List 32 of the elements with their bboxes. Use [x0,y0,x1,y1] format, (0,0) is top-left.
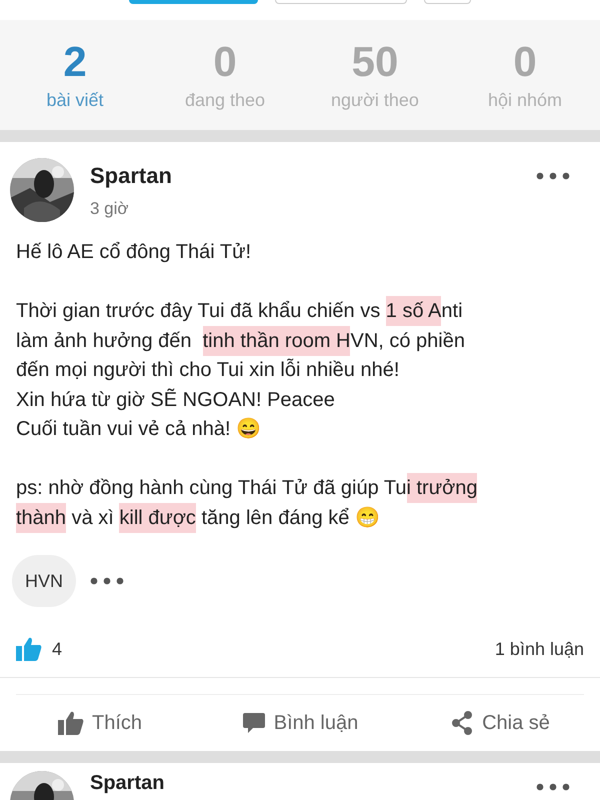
like-count: 4 [52,638,62,660]
post-text: Hế lô AE cổ đông Thái Tử! [16,240,252,265]
post-share-button[interactable]: Chia sẻ [400,708,600,738]
post-comment-button[interactable]: Bình luận [200,708,400,738]
comment-count[interactable]: 1 bình luận [494,636,584,662]
post-text: Xin hứa từ giờ SẼ NGOAN! Peacee [16,388,336,412]
post-text: ps: nhờ đồng hành cùng Thái Tử đã giúp Tui trưởng [16,474,584,504]
post-like-button[interactable]: Thích [0,708,200,738]
post-text: thành và xì kill được tăng lên đáng kể 😁 [16,504,584,533]
stat-label[interactable]: đang theo [184,88,266,112]
stat-label[interactable]: hội nhóm [488,88,562,112]
stat-label[interactable]: bài viết [46,88,104,112]
speech-bubble-icon [242,711,266,735]
stat-value[interactable]: 2 [63,38,87,86]
post-time: 3 giờ [90,198,130,220]
stat-value[interactable]: 0 [513,38,537,86]
more-icon[interactable] [536,172,570,180]
author-name[interactable]: Spartan [90,162,172,190]
post-text: Cuối tuần vui vẻ cả nhà! 😄 [16,416,262,442]
post-text: Thời gian trước đây Tui đã khẩu chiến vs 1 số Anti [16,297,584,326]
stat-label[interactable]: người theo [331,88,419,112]
stat-value[interactable]: 50 [352,38,398,86]
share-icon [450,711,474,735]
post-text: làm ảnh hưởng đến tinh thần room HVN, có phiền [16,326,584,356]
stat-value[interactable]: 0 [213,38,237,86]
author-name[interactable]: Spartan [90,771,164,795]
more-icon[interactable] [536,783,570,791]
like-icon [58,711,84,735]
more-icon[interactable] [90,577,124,585]
tag-chip[interactable]: HVN [12,555,76,607]
like-icon [16,637,42,661]
post-text: đến mọi người thì cho Tui xin lỗi nhiều nhé! [16,358,400,383]
